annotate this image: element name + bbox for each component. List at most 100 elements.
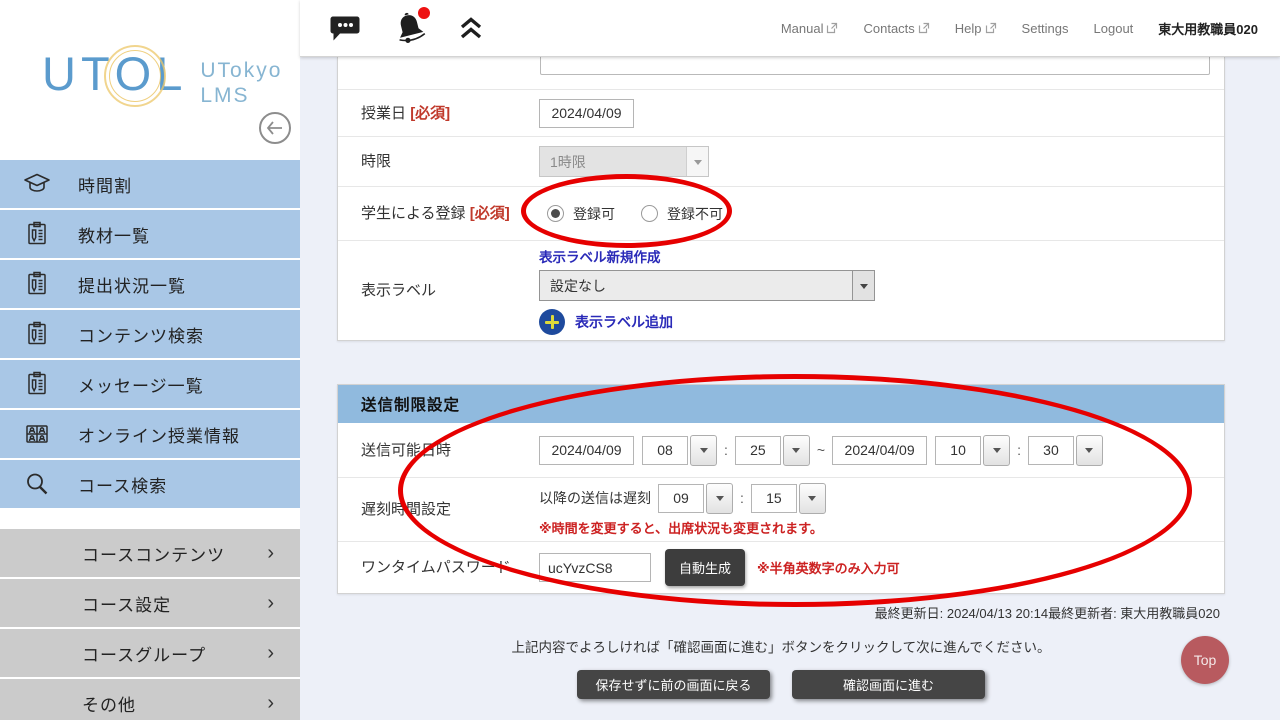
field-label: 表示ラベル — [361, 280, 511, 301]
back-without-save-button[interactable]: 保存せずに前の画面に戻る — [577, 670, 770, 699]
external-link-icon — [985, 22, 997, 34]
display-label-select[interactable]: 設定なし — [539, 270, 875, 301]
otp-format-note: ※半角英数字のみ入力可 — [757, 558, 900, 577]
link-label: Help — [955, 21, 982, 36]
confirm-instruction-text: 上記内容でよろしければ「確認画面に進む」ボタンをクリックして次に進んでください。 — [337, 636, 1225, 656]
logo-text-o: O — [115, 47, 157, 100]
logo-subtitle-line2: LMS — [200, 83, 282, 108]
registration-allow-radio[interactable] — [547, 205, 564, 222]
logo-title: UTOL — [42, 46, 187, 101]
sidebar-item-submissions[interactable]: 提出状況一覧 — [0, 260, 300, 308]
available-to-hour-input[interactable] — [935, 436, 981, 465]
logo-subtitle-line1: UTokyo — [200, 58, 282, 83]
contacts-link[interactable]: Contacts — [863, 21, 929, 36]
sidebar-item-course-group[interactable]: コースグループ › — [0, 629, 300, 677]
link-label: Settings — [1022, 21, 1069, 36]
field-label: 時限 — [361, 151, 511, 172]
time-colon: : — [724, 442, 728, 458]
link-label: Manual — [781, 21, 824, 36]
external-link-icon — [826, 22, 838, 34]
time-colon: : — [1017, 442, 1021, 458]
available-from-minute-input[interactable] — [735, 436, 781, 465]
minute-spinner-button[interactable] — [1076, 435, 1103, 466]
sidebar: UTOL UTokyo LMS 時間割 教材一覧 — [0, 0, 300, 720]
link-label: Logout — [1094, 21, 1134, 36]
sidebar-item-course-contents[interactable]: コースコンテンツ › — [0, 529, 300, 577]
external-link-icon — [918, 22, 930, 34]
sidebar-item-content-search[interactable]: コンテンツ検索 — [0, 310, 300, 358]
label-text: 学生による登録 — [361, 205, 466, 222]
add-display-label-button[interactable]: 表示ラベル追加 — [539, 309, 673, 335]
hour-spinner-button[interactable] — [706, 483, 733, 514]
sidebar-item-label: コース検索 — [78, 472, 167, 497]
sidebar-item-label: 時間割 — [78, 172, 132, 197]
topbar-links: Manual Contacts Help Settings Logout 東大用… — [781, 19, 1280, 38]
label-text: 授業日 — [361, 105, 406, 122]
form-row-display-label: 表示ラベル 表示ラベル新規作成 設定なし 表示ラベル追加 — [338, 241, 1224, 340]
collapse-topbar-icon[interactable] — [458, 16, 484, 41]
radio-label[interactable]: 登録可 — [573, 204, 615, 224]
hour-spinner-button[interactable] — [690, 435, 717, 466]
sidebar-collapse-button[interactable] — [259, 112, 291, 144]
proceed-to-confirm-button[interactable]: 確認画面に進む — [792, 670, 985, 699]
hour-spinner-button[interactable] — [983, 435, 1010, 466]
sidebar-item-others[interactable]: その他 › — [0, 679, 300, 720]
available-from-date-input[interactable] — [539, 436, 634, 465]
logo-o: O — [115, 46, 157, 101]
scroll-to-top-button[interactable]: Top — [1181, 636, 1229, 684]
sidebar-item-label: コースグループ — [82, 641, 206, 666]
sidebar-item-messages[interactable]: メッセージ一覧 — [0, 360, 300, 408]
minute-spinner-button[interactable] — [783, 435, 810, 466]
plus-icon — [539, 309, 565, 335]
manual-link[interactable]: Manual — [781, 21, 839, 36]
utol-logo: UTOL UTokyo LMS — [42, 46, 282, 108]
settings-link[interactable]: Settings — [1022, 21, 1069, 36]
clipboard-icon — [22, 369, 52, 399]
create-display-label-link[interactable]: 表示ラベル新規作成 — [539, 246, 661, 266]
sidebar-item-materials[interactable]: 教材一覧 — [0, 210, 300, 258]
truncated-text-input[interactable] — [540, 57, 1210, 75]
notifications-bell-icon[interactable] — [392, 11, 428, 45]
sidebar-item-timetable[interactable]: 時間割 — [0, 160, 300, 208]
add-display-label-link[interactable]: 表示ラベル追加 — [575, 312, 673, 332]
clipboard-icon — [22, 269, 52, 299]
period-select[interactable]: 1時限 — [539, 146, 709, 177]
section-title: 送信制限設定 — [361, 393, 460, 415]
class-date-input[interactable] — [539, 99, 634, 128]
form-row-available-datetime: 送信可能日時 : ~ : — [338, 423, 1224, 478]
late-hour-input[interactable] — [658, 484, 704, 513]
registration-deny-radio[interactable] — [641, 205, 658, 222]
main-menu: 時間割 教材一覧 提出状況一覧 コンテンツ検索 メッセージ一覧 — [0, 160, 300, 508]
available-to-date-input[interactable] — [832, 436, 927, 465]
required-badge: [必須] — [410, 105, 450, 122]
radio-label[interactable]: 登録不可 — [667, 204, 723, 224]
sidebar-item-label: 教材一覧 — [78, 222, 150, 247]
chevron-right-icon: › — [267, 642, 274, 665]
sidebar-item-course-search[interactable]: コース検索 — [0, 460, 300, 508]
clipboard-icon — [22, 219, 52, 249]
clipboard-icon — [22, 319, 52, 349]
chat-icon[interactable] — [330, 15, 362, 42]
form-row-period: 時限 1時限 — [338, 137, 1224, 187]
search-icon — [22, 469, 52, 499]
help-link[interactable]: Help — [955, 21, 997, 36]
late-minute-input[interactable] — [751, 484, 797, 513]
dropdown-arrow-icon — [686, 147, 708, 176]
sidebar-divider — [0, 510, 300, 529]
selected-value: 設定なし — [540, 271, 852, 300]
minute-spinner-button[interactable] — [799, 483, 826, 514]
label-text: 送信可能日時 — [361, 442, 451, 459]
label-text: 表示ラベル — [361, 282, 436, 299]
available-from-hour-input[interactable] — [642, 436, 688, 465]
available-to-minute-input[interactable] — [1028, 436, 1074, 465]
form-row-student-registration: 学生による登録 [必須] 登録可 登録不可 — [338, 187, 1224, 241]
sidebar-item-course-settings[interactable]: コース設定 › — [0, 579, 300, 627]
online-class-icon — [22, 419, 52, 449]
label-text: 遅刻時間設定 — [361, 501, 451, 518]
topbar: Manual Contacts Help Settings Logout 東大用… — [300, 0, 1280, 57]
auto-generate-button[interactable]: 自動生成 — [665, 549, 745, 586]
chevron-right-icon: › — [267, 592, 274, 615]
onetime-password-input[interactable] — [539, 553, 651, 582]
sidebar-item-online-class[interactable]: オンライン授業情報 — [0, 410, 300, 458]
logout-link[interactable]: Logout — [1094, 21, 1134, 36]
